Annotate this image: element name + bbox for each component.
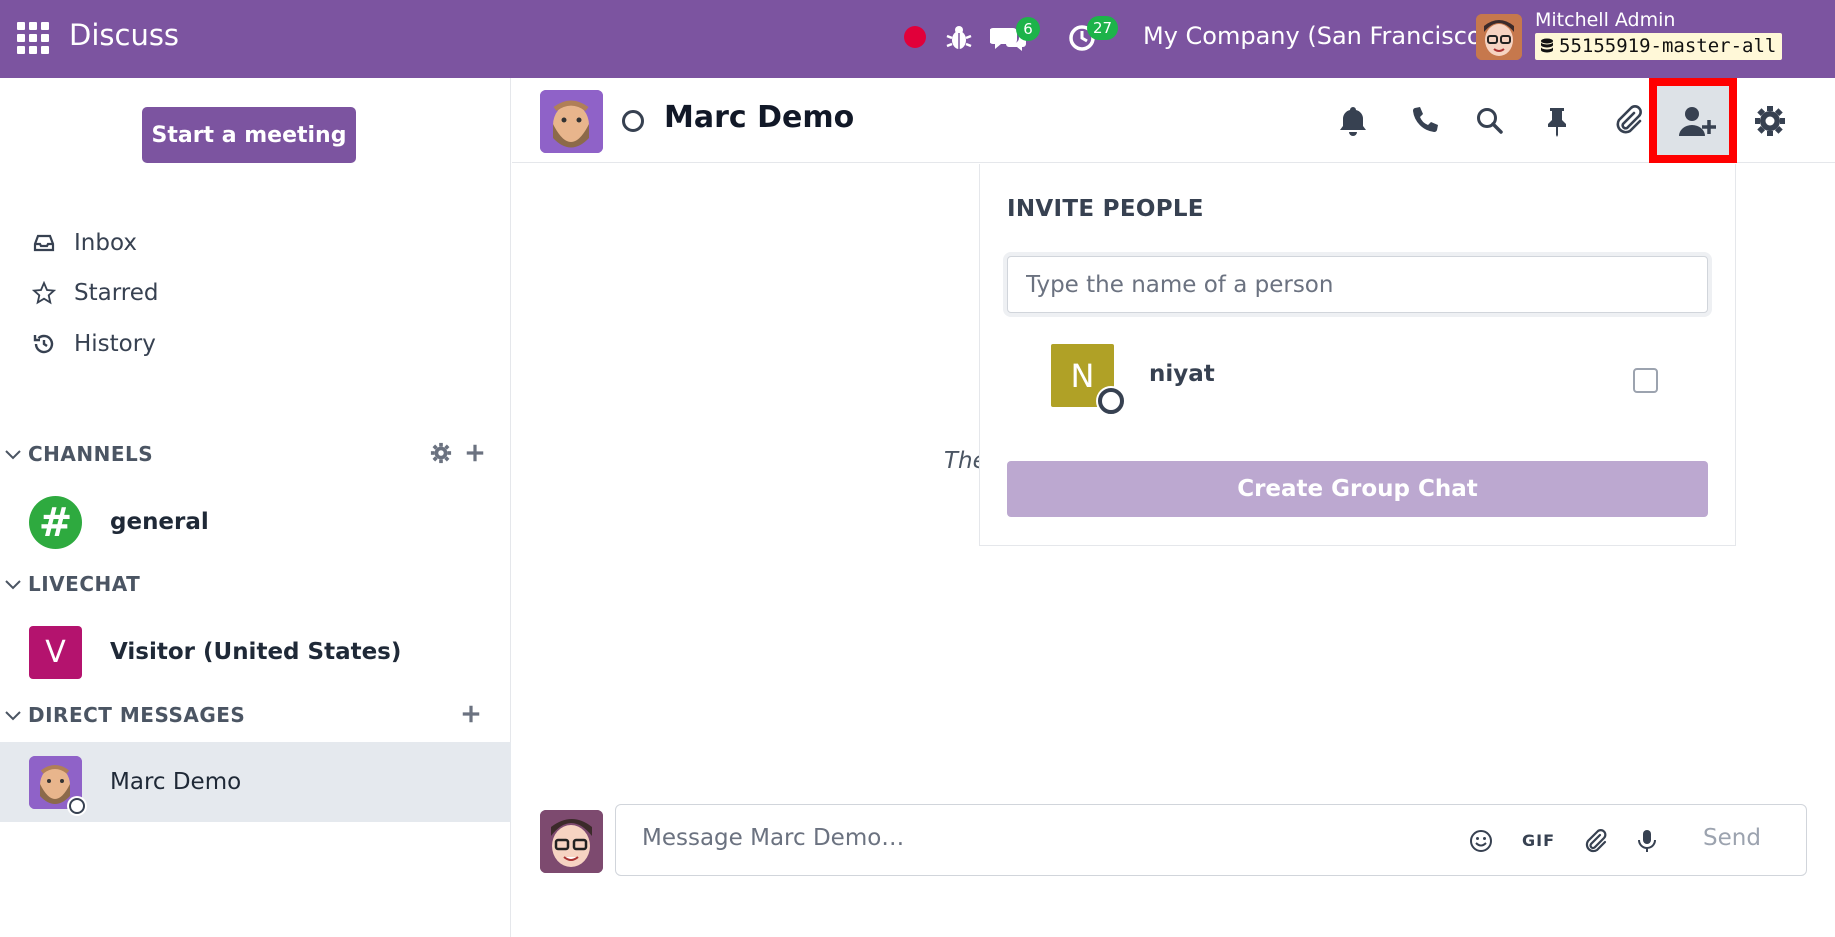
attachment-paperclip-icon[interactable] (1610, 103, 1646, 139)
send-button[interactable]: Send (1703, 825, 1761, 851)
activities-badge: 27 (1087, 16, 1119, 40)
person-name: niyat (1149, 361, 1215, 387)
history-icon (33, 334, 54, 354)
category-label: CHANNELS (28, 442, 154, 466)
company-switcher[interactable]: My Company (San Francisco) (1143, 22, 1491, 50)
message-input[interactable]: Message Marc Demo… (642, 825, 904, 851)
database-name: 55155919-master-all (1559, 35, 1777, 57)
inbox-icon (33, 234, 55, 252)
chevron-down-icon (5, 580, 21, 590)
thread-avatar[interactable] (540, 90, 603, 153)
person-select-checkbox[interactable] (1633, 368, 1658, 393)
messages-badge: 6 (1016, 17, 1040, 41)
invite-search-input[interactable] (1007, 256, 1708, 313)
gif-button[interactable]: GIF (1522, 831, 1555, 850)
top-navbar: Discuss 6 27 My Company (San Francisco) (0, 0, 1835, 78)
notification-bell-icon[interactable] (1335, 103, 1371, 139)
database-icon (1541, 38, 1553, 53)
channel-name: general (110, 509, 209, 535)
gear-icon[interactable] (430, 442, 452, 464)
livechat-name: Visitor (United States) (110, 639, 402, 665)
user-plus-icon (1679, 107, 1716, 136)
sidebar-item-inbox[interactable]: Inbox (32, 230, 137, 256)
apps-menu-icon[interactable] (17, 22, 49, 54)
sidebar-item-label: History (74, 331, 156, 357)
chevron-down-icon (5, 450, 21, 460)
thread-header: Marc Demo (512, 78, 1835, 163)
offline-status-icon (69, 798, 85, 814)
chevron-down-icon (5, 711, 21, 721)
emoji-icon[interactable] (1467, 827, 1495, 855)
database-badge: 55155919-master-all (1535, 33, 1783, 60)
offline-status-icon (622, 110, 644, 132)
invite-title: INVITE PEOPLE (1007, 196, 1204, 222)
channel-item-general[interactable]: # general (0, 482, 511, 562)
star-icon (32, 281, 56, 305)
add-channel-plus-icon[interactable] (464, 442, 486, 464)
phone-call-icon[interactable] (1406, 103, 1442, 139)
settings-gear-icon[interactable] (1752, 103, 1788, 139)
microphone-icon[interactable] (1633, 827, 1661, 855)
direct-message-name: Marc Demo (110, 769, 242, 795)
sidebar-item-history[interactable]: History (32, 331, 156, 357)
create-group-chat-button[interactable]: Create Group Chat (1007, 461, 1708, 517)
invite-person-row[interactable]: N niyat (1007, 332, 1708, 414)
sidebar-item-starred[interactable]: Starred (32, 280, 158, 306)
search-icon[interactable] (1472, 103, 1508, 139)
discuss-sidebar: Start a meeting Inbox Starred History CH… (0, 78, 511, 937)
message-composer[interactable]: Message Marc Demo… GIF Send (615, 804, 1807, 876)
livechat-avatar: V (29, 626, 82, 679)
add-direct-message-plus-icon[interactable] (460, 703, 482, 725)
recording-indicator-icon[interactable] (904, 26, 926, 48)
livechat-item-visitor[interactable]: V Visitor (United States) (0, 612, 511, 692)
thread-name[interactable]: Marc Demo (664, 100, 854, 135)
livechat-category-toggle[interactable]: LIVECHAT (0, 572, 140, 596)
start-meeting-button[interactable]: Start a meeting (142, 107, 356, 163)
direct-messages-actions (460, 703, 482, 725)
bug-icon[interactable] (943, 22, 975, 54)
channels-category-toggle[interactable]: CHANNELS (0, 442, 153, 466)
user-name[interactable]: Mitchell Admin (1535, 9, 1675, 31)
invite-people-popover: INVITE PEOPLE N niyat Create Group Chat (979, 164, 1736, 546)
direct-message-item-marc-demo[interactable]: Marc Demo (0, 742, 511, 822)
current-user-avatar (540, 810, 603, 873)
sidebar-item-label: Inbox (74, 230, 137, 256)
user-avatar[interactable] (1476, 14, 1522, 60)
offline-status-icon (1098, 388, 1124, 414)
direct-messages-category-toggle[interactable]: DIRECT MESSAGES (0, 703, 245, 727)
channel-avatar: # (29, 496, 82, 549)
category-label: LIVECHAT (28, 572, 141, 596)
add-users-button[interactable] (1649, 78, 1737, 163)
channels-actions (430, 442, 486, 464)
pinned-messages-icon[interactable] (1539, 103, 1575, 139)
sidebar-item-label: Starred (74, 280, 159, 306)
app-title[interactable]: Discuss (69, 18, 179, 52)
attachment-paperclip-icon[interactable] (1581, 827, 1609, 855)
category-label: DIRECT MESSAGES (28, 703, 246, 727)
